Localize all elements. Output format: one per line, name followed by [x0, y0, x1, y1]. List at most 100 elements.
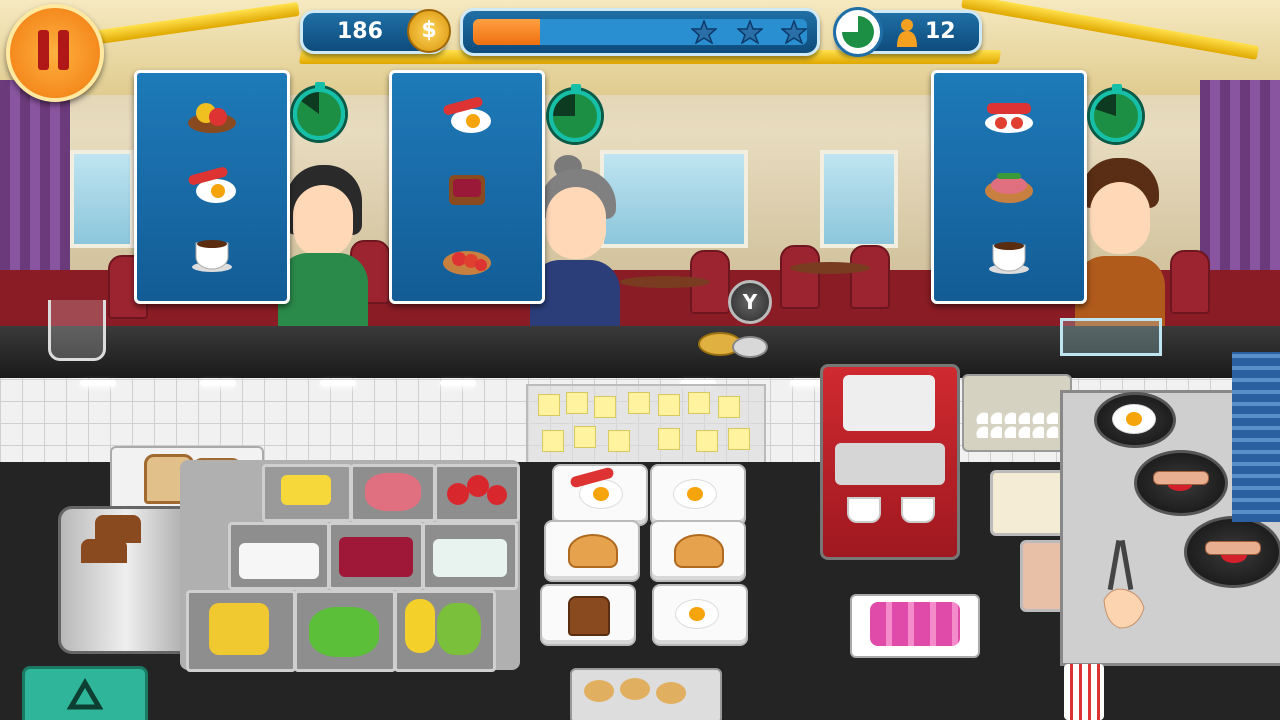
tomato: [447, 483, 469, 505]
customer-face: [546, 187, 606, 259]
coffee-cup: [901, 497, 935, 523]
coffee-cup-icon: [981, 235, 1037, 275]
patience-timer-1: [293, 82, 345, 140]
chair: [780, 245, 820, 309]
toast-slice: [81, 539, 127, 563]
pause-button[interactable]: [6, 4, 104, 102]
plate-sausage-egg[interactable]: [552, 464, 648, 526]
sticky-note: [608, 430, 630, 452]
cookies-tray[interactable]: [570, 668, 722, 720]
sausage-tomato-dish-icon: [981, 95, 1037, 135]
kitchen-towel: [1064, 664, 1104, 720]
restaurant-scene: Y: [0, 0, 1280, 720]
star-icon: [737, 20, 763, 44]
sticky-note: [696, 430, 718, 452]
cottage-cheese-bin[interactable]: [422, 522, 518, 590]
cheese-bin[interactable]: [186, 590, 296, 672]
cookie: [620, 678, 650, 700]
fruit-bin[interactable]: [394, 590, 496, 672]
cookie: [584, 680, 614, 702]
eggs: [974, 410, 1060, 440]
chair: [1170, 250, 1210, 314]
plate-toast[interactable]: [540, 584, 636, 646]
tomato-bin[interactable]: [434, 464, 520, 522]
sticky-note: [718, 396, 740, 418]
coins-counter: 186 $: [300, 9, 451, 54]
grapes: [437, 603, 481, 655]
pause-icon: [38, 30, 70, 70]
plates-stack[interactable]: [1232, 352, 1280, 522]
tomato: [487, 485, 507, 505]
restaurant-window: [820, 150, 898, 248]
butter-bin[interactable]: [262, 464, 352, 522]
counter-light: [80, 380, 116, 386]
sausage: [1205, 541, 1261, 555]
dining-table: [620, 276, 710, 288]
sticky-note: [538, 394, 560, 416]
hand-cursor-with-tongs: [1094, 539, 1150, 630]
sticky-note: [688, 392, 710, 414]
lettuce-bin[interactable]: [294, 590, 396, 672]
utensil-cup: [48, 300, 106, 361]
coins-value: 186: [337, 19, 383, 44]
plate-crepe[interactable]: [650, 520, 746, 582]
banana: [405, 599, 435, 653]
customers-remaining-panel: 12: [833, 7, 982, 57]
egg-carton[interactable]: [962, 374, 1072, 452]
customer-face: [1090, 182, 1150, 254]
beet: [339, 537, 413, 577]
ham-bin[interactable]: [350, 464, 436, 522]
plate-fried-egg[interactable]: [650, 464, 746, 526]
coffee-cup: [847, 497, 881, 523]
plate-fried-egg[interactable]: [652, 584, 748, 646]
silver-coin-stack: [732, 336, 768, 358]
cupcakes-plate[interactable]: [850, 594, 980, 658]
toaster[interactable]: [58, 506, 194, 654]
tomato-salami-toast-icon: [439, 239, 495, 279]
customer-outfit: [278, 253, 368, 333]
tray: [1060, 318, 1162, 356]
flour: [239, 543, 319, 579]
counter-light: [440, 380, 476, 386]
flour-bin[interactable]: [228, 522, 330, 590]
patience-timer-2: [549, 84, 601, 142]
frying-pan-3[interactable]: [1184, 516, 1280, 588]
fried-egg: [676, 600, 718, 628]
order-card-3[interactable]: [931, 70, 1087, 304]
lettuce: [309, 607, 379, 657]
tip-coins[interactable]: [698, 322, 768, 358]
customer-3[interactable]: [1075, 158, 1175, 336]
recycle-icon: [66, 678, 104, 710]
coffee-machine[interactable]: [820, 364, 960, 560]
plate-crepe[interactable]: [544, 520, 640, 582]
sticky-note: [542, 430, 564, 452]
order-card-2[interactable]: [389, 70, 545, 304]
frying-pan-1[interactable]: [1094, 392, 1176, 448]
order-card-1[interactable]: [134, 70, 290, 304]
customer-face: [293, 185, 353, 257]
sticky-note: [566, 392, 588, 414]
recipe-notes-board: [526, 384, 766, 464]
cupcakes: [870, 602, 960, 646]
cheese: [209, 603, 269, 655]
toast: [568, 596, 610, 636]
star-icon: [781, 20, 807, 44]
crepe: [568, 534, 618, 568]
fried-egg: [674, 480, 716, 508]
sticky-note: [574, 426, 596, 448]
espresso-head: [835, 443, 945, 485]
ham-slices: [365, 473, 421, 511]
customer-1[interactable]: [278, 165, 378, 333]
counter-light: [320, 380, 356, 386]
beet-bin[interactable]: [328, 522, 424, 590]
level-progress-fill: [473, 19, 540, 45]
level-progress-panel: [460, 8, 820, 56]
trash-bin[interactable]: [22, 666, 148, 720]
restaurant-window: [70, 150, 134, 248]
sticky-note: [628, 392, 650, 414]
patience-timer-3: [1090, 84, 1142, 142]
counter-light: [200, 380, 236, 386]
frying-pan-2[interactable]: [1134, 450, 1228, 516]
customer-2[interactable]: [530, 155, 630, 340]
star-icon: [691, 20, 717, 44]
